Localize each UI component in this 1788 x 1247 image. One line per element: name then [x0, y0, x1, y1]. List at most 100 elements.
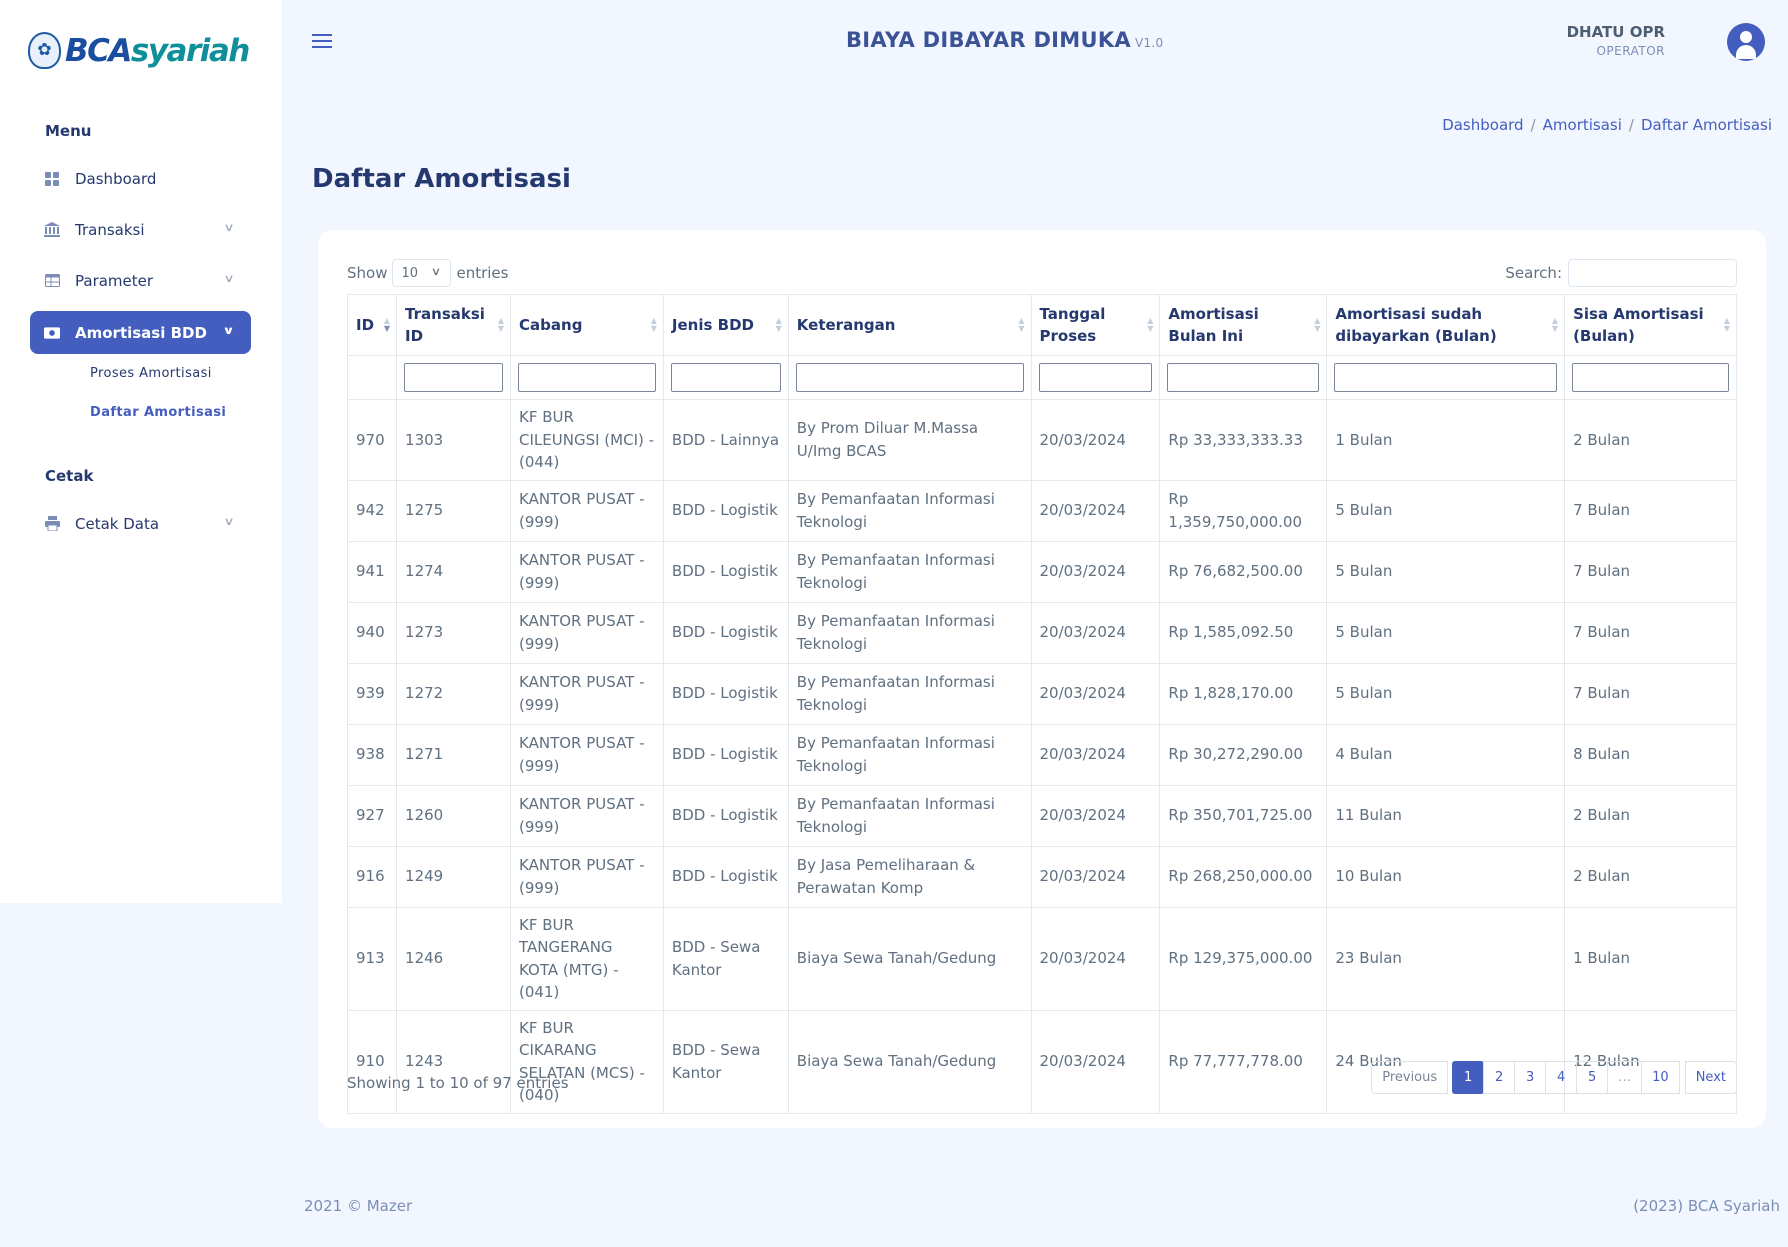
table-cell: 910: [346, 1009, 398, 1114]
table-cell: By Pemanfaatan Informasi Teknologi: [787, 723, 1032, 786]
bank-icon: [44, 222, 60, 238]
table-cell: Rp 129,375,000.00: [1159, 906, 1328, 1011]
table-row[interactable]: 942 1275 KANTOR PUSAT - (999) BDD - Logisti…: [346, 479, 1737, 542]
column-header[interactable]: Sisa Amortisasi (Bulan) ▲ ▼: [1564, 294, 1737, 356]
chevron-down-icon: ∨: [222, 324, 235, 337]
menu-toggle-icon[interactable]: [312, 34, 332, 50]
table-cell: 5 Bulan: [1326, 601, 1566, 664]
column-filter-input[interactable]: [795, 363, 1024, 392]
search-input[interactable]: [1568, 259, 1737, 287]
table-cell: By Pemanfaatan Informasi Teknologi: [787, 479, 1032, 542]
table-cell: 939: [346, 662, 398, 725]
column-header[interactable]: Tanggal Proses ▲ ▼: [1030, 294, 1161, 356]
column-filter-input[interactable]: [1167, 363, 1320, 392]
table-cell: 927: [346, 784, 398, 847]
column-filter-input[interactable]: [1334, 363, 1558, 392]
table-row[interactable]: 927 1260 KANTOR PUSAT - (999) BDD - Logisti…: [346, 784, 1737, 847]
pagination-next[interactable]: Next: [1684, 1061, 1737, 1094]
table-cell: 970: [346, 399, 398, 481]
table-cell: 7 Bulan: [1564, 540, 1737, 603]
table-cell: 20/03/2024: [1030, 723, 1161, 786]
table-row[interactable]: 970 1303 KF BUR CILEUNGSI (MCI) - (044) BDD…: [346, 399, 1737, 481]
table-cell: Rp 268,250,000.00: [1159, 845, 1328, 908]
table-cell: By Jasa Pemeliharaan & Perawatan Komp: [787, 845, 1032, 908]
sidebar-item-parameter[interactable]: Parameter ∨: [30, 259, 251, 302]
table-cell: 1246: [396, 906, 512, 1011]
sort-icon: ▲ ▼: [1723, 316, 1730, 333]
avatar-user-icon[interactable]: [1727, 23, 1765, 61]
column-header[interactable]: Amortisasi sudah dibayarkan (Bulan) ▲ ▼: [1326, 294, 1566, 356]
table-cell: Rp 1,585,092.50: [1159, 601, 1328, 664]
table-cell: BDD - Sewa Kantor: [662, 906, 789, 1011]
sort-icon: ▲ ▼: [383, 316, 391, 333]
table-row[interactable]: 940 1273 KANTOR PUSAT - (999) BDD - Logisti…: [346, 601, 1737, 664]
sidebar-item-label: Transaksi: [75, 220, 145, 239]
pagination-page[interactable]: 10: [1641, 1061, 1680, 1094]
column-filter-input[interactable]: [1572, 363, 1729, 392]
sort-icon: ▲ ▼: [1551, 316, 1559, 333]
user-menu[interactable]: DHATU OPR OPERATOR: [1567, 23, 1665, 58]
pagination-page[interactable]: 3: [1514, 1061, 1547, 1094]
sidebar-item-dashboard[interactable]: Dashboard: [30, 157, 251, 200]
table-cell: Rp 30,272,290.00: [1159, 723, 1328, 786]
pagination-page[interactable]: 5: [1576, 1061, 1609, 1094]
table-cell: Rp 76,682,500.00: [1159, 540, 1328, 603]
table-cell: 941: [346, 540, 398, 603]
sidebar-item-label: Amortisasi BDD: [75, 323, 207, 342]
table-row[interactable]: 941 1274 KANTOR PUSAT - (999) BDD - Logisti…: [346, 540, 1737, 603]
table-cell: By Pemanfaatan Informasi Teknologi: [787, 540, 1032, 603]
table-cell: Biaya Sewa Tanah/Gedung: [787, 906, 1032, 1011]
sort-icon: ▲ ▼: [497, 316, 505, 333]
column-header[interactable]: Transaksi ID ▲ ▼: [396, 294, 512, 356]
table-cell: BDD - Logistik: [662, 662, 789, 725]
chevron-down-icon: ∨: [431, 265, 442, 278]
grid-icon: [44, 171, 60, 187]
chevron-down-icon: ∨: [223, 515, 235, 528]
column-filter-input[interactable]: [518, 363, 656, 392]
table-cell: BDD - Lainnya: [662, 399, 789, 481]
table-cell: KANTOR PUSAT - (999): [510, 601, 664, 664]
breadcrumb-dashboard[interactable]: Dashboard: [1442, 116, 1523, 134]
amortization-card: Show 10 ∨ entries Search: ID ▲ ▼ Transaksi I…: [318, 230, 1766, 1128]
table-row[interactable]: 916 1249 KANTOR PUSAT - (999) BDD - Logisti…: [346, 845, 1737, 908]
printer-icon: [44, 516, 60, 532]
brand-logo[interactable]: ✿ BCAsyariah: [28, 32, 250, 69]
table-cell: BDD - Logistik: [662, 479, 789, 542]
sidebar: ✿ BCAsyariah Menu Dashboard Transaksi ∨ …: [0, 0, 282, 903]
table-row[interactable]: 913 1246 KF BUR TANGERANG KOTA (MTG) - (04…: [346, 906, 1737, 1011]
page-title: Daftar Amortisasi: [312, 164, 571, 194]
column-filter-input[interactable]: [404, 363, 504, 392]
table-cell: KANTOR PUSAT - (999): [510, 845, 664, 908]
column-header[interactable]: Cabang ▲ ▼: [510, 294, 664, 356]
sidebar-item-transaksi[interactable]: Transaksi ∨: [30, 208, 251, 251]
table-cell: 2 Bulan: [1564, 784, 1737, 847]
sidebar-item-amortisasi-bdd[interactable]: Amortisasi BDD ∨: [30, 311, 251, 354]
pagination-page[interactable]: 4: [1545, 1061, 1578, 1094]
submenu-proses-amortisasi[interactable]: Proses Amortisasi: [90, 366, 212, 381]
pagination: Previous 1 2 3 4 5… 10 Next: [1371, 1061, 1737, 1094]
search-control: Search:: [1505, 259, 1737, 287]
table-cell: 940: [346, 601, 398, 664]
table-cell: By Pemanfaatan Informasi Teknologi: [787, 784, 1032, 847]
table-cell: 5 Bulan: [1326, 479, 1566, 542]
column-header-label: Tanggal Proses: [1039, 305, 1106, 345]
column-filter-input[interactable]: [670, 363, 781, 392]
page-size-select[interactable]: 10 ∨: [392, 259, 452, 287]
column-header[interactable]: ID ▲ ▼: [346, 294, 398, 356]
pagination-page[interactable]: 2: [1483, 1061, 1516, 1094]
pagination-page[interactable]: 1: [1452, 1061, 1485, 1094]
table-row[interactable]: 939 1272 KANTOR PUSAT - (999) BDD - Logisti…: [346, 662, 1737, 725]
column-header[interactable]: Amortisasi Bulan Ini ▲ ▼: [1159, 294, 1328, 356]
sort-icon: ▲ ▼: [1147, 316, 1154, 333]
table-icon: [44, 273, 60, 289]
column-header-label: Amortisasi sudah dibayarkan (Bulan): [1335, 305, 1497, 345]
pagination-previous[interactable]: Previous: [1371, 1061, 1449, 1094]
column-header[interactable]: Keterangan ▲ ▼: [787, 294, 1032, 356]
column-filter-input[interactable]: [1038, 363, 1153, 392]
sidebar-item-cetak-data[interactable]: Cetak Data ∨: [30, 502, 251, 545]
submenu-daftar-amortisasi[interactable]: Daftar Amortisasi: [90, 405, 226, 420]
table-row[interactable]: 938 1271 KANTOR PUSAT - (999) BDD - Logisti…: [346, 723, 1737, 786]
column-header[interactable]: Jenis BDD ▲ ▼: [662, 294, 789, 356]
breadcrumb-amortisasi[interactable]: Amortisasi: [1543, 116, 1622, 134]
user-role: OPERATOR: [1596, 44, 1665, 58]
